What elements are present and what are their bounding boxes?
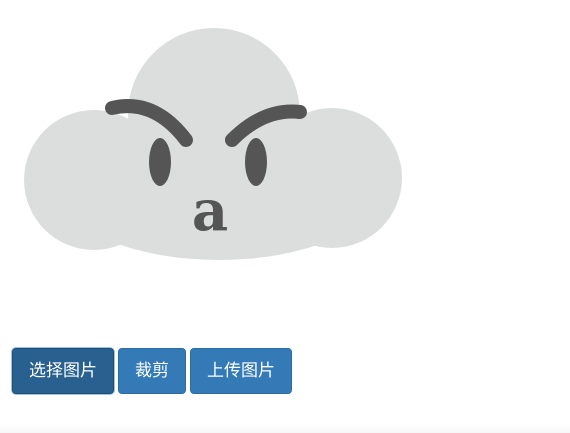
avatar-letter: a [192, 178, 228, 244]
cloud-face-icon: a [24, 28, 402, 260]
crop-button[interactable]: 裁剪 [118, 348, 186, 394]
select-image-button[interactable]: 选择图片 [12, 348, 114, 394]
image-preview: a [14, 28, 410, 268]
image-toolbar: 选择图片 裁剪 上传图片 [12, 348, 292, 394]
upload-image-button[interactable]: 上传图片 [190, 348, 292, 394]
page-bottom-shadow [0, 423, 570, 433]
